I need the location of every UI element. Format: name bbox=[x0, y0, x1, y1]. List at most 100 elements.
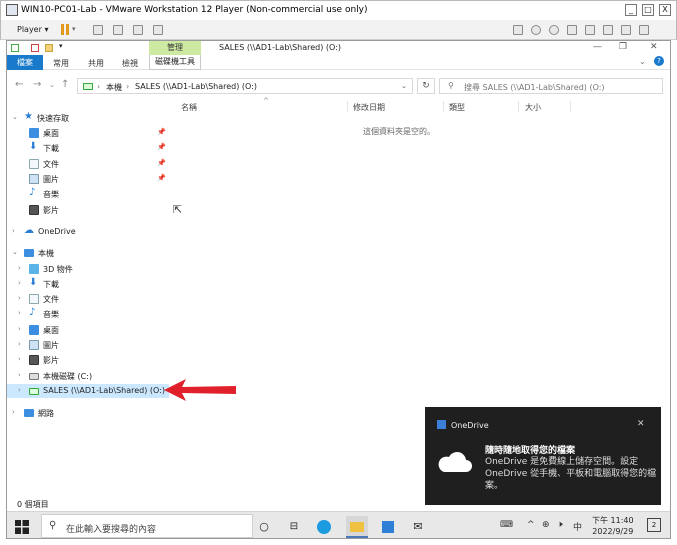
nav-quick-access[interactable]: ⌄ ★ 快速存取 bbox=[7, 111, 169, 125]
full-screen-icon[interactable] bbox=[133, 25, 143, 35]
send-ctrl-alt-del-icon[interactable] bbox=[93, 25, 103, 35]
explorer-minimize-button[interactable]: — bbox=[593, 42, 602, 52]
pause-icon[interactable] bbox=[61, 24, 64, 35]
cortana-icon[interactable]: ○ bbox=[253, 516, 275, 538]
nav-item-desktop[interactable]: 桌面 📌 bbox=[7, 126, 169, 140]
column-header-name[interactable]: 名稱 bbox=[181, 102, 197, 113]
up-button[interactable]: ↑ bbox=[61, 79, 69, 90]
recent-locations-icon[interactable]: ⌄ bbox=[49, 81, 55, 89]
nav-item-music[interactable]: ♪ 音樂 bbox=[7, 187, 169, 201]
pin-icon: 📌 bbox=[157, 174, 166, 182]
pause-dropdown-icon[interactable]: ▾ bbox=[72, 25, 76, 33]
nav-item-pictures[interactable]: 圖片 📌 bbox=[7, 172, 169, 186]
system-clock[interactable]: 下午 11:40 2022/9/29 bbox=[592, 515, 634, 537]
nav-item-videos-pc[interactable]: › 影片 bbox=[7, 353, 169, 367]
vm-close-button[interactable]: X bbox=[659, 4, 671, 16]
file-explorer-icon[interactable] bbox=[346, 516, 368, 538]
show-hidden-icons-icon[interactable]: ^ bbox=[527, 520, 535, 530]
mail-icon[interactable]: ✉ bbox=[407, 516, 429, 538]
nav-item-pictures-pc[interactable]: › 圖片 bbox=[7, 338, 169, 352]
nav-item-local-disk[interactable]: › 本機磁碟 (C:) bbox=[7, 369, 169, 383]
nav-item-3d-objects[interactable]: › 3D 物件 bbox=[7, 262, 169, 276]
chevron-down-icon[interactable]: ⌄ bbox=[12, 113, 18, 121]
nav-item-downloads-pc[interactable]: › ⬇ 下載 bbox=[7, 277, 169, 291]
tab-drive-tools[interactable]: 磁碟機工具 bbox=[149, 55, 201, 70]
explorer-maximize-button[interactable]: ❐ bbox=[619, 42, 627, 52]
chevron-right-icon[interactable]: › bbox=[18, 340, 21, 348]
chevron-right-icon[interactable]: › bbox=[12, 227, 15, 235]
nav-item-desktop-pc[interactable]: › 桌面 bbox=[7, 323, 169, 337]
nav-item-videos[interactable]: 影片 bbox=[7, 203, 169, 217]
edge-icon[interactable] bbox=[313, 516, 335, 538]
nav-item-downloads[interactable]: ⬇ 下載 📌 bbox=[7, 141, 169, 155]
column-header-date[interactable]: 修改日期 bbox=[353, 102, 385, 113]
search-input[interactable]: ⚲ 搜尋 SALES (\\AD1-Lab\Shared) (O:) bbox=[439, 78, 663, 94]
column-divider[interactable] bbox=[347, 101, 348, 112]
new-folder-icon[interactable] bbox=[45, 44, 53, 52]
column-divider[interactable] bbox=[443, 101, 444, 112]
refresh-button[interactable]: ↻ bbox=[417, 78, 435, 94]
volume-icon[interactable]: 🕨 bbox=[557, 520, 563, 530]
chevron-right-icon[interactable]: › bbox=[18, 279, 21, 287]
network-status-icon[interactable]: ⊕ bbox=[542, 520, 550, 530]
task-view-icon[interactable]: ⊟ bbox=[283, 516, 305, 538]
forward-button[interactable]: → bbox=[33, 79, 41, 90]
chevron-right-icon[interactable]: › bbox=[18, 294, 21, 302]
ribbon-expand-icon[interactable]: ⌄ bbox=[639, 57, 646, 66]
nav-item-music-pc[interactable]: › ♪ 音樂 bbox=[7, 307, 169, 321]
address-bar[interactable]: › 本機 › SALES (\\AD1-Lab\Shared) (O:) ⌄ bbox=[77, 78, 413, 94]
column-header-type[interactable]: 類型 bbox=[449, 102, 465, 113]
chevron-right-icon[interactable]: › bbox=[18, 371, 21, 379]
unity-icon[interactable] bbox=[153, 25, 163, 35]
chevron-right-icon[interactable]: › bbox=[18, 355, 21, 363]
fit-guest-icon[interactable] bbox=[113, 25, 123, 35]
column-divider[interactable] bbox=[518, 101, 519, 112]
nav-network[interactable]: › 網路 bbox=[7, 406, 169, 420]
close-icon[interactable]: ✕ bbox=[637, 419, 645, 429]
column-divider[interactable] bbox=[570, 101, 571, 112]
keyboard-icon[interactable]: ⌨ bbox=[500, 520, 513, 530]
chevron-down-icon[interactable]: ⌄ bbox=[12, 248, 18, 256]
tab-share[interactable]: 共用 bbox=[88, 58, 104, 69]
device-disc-icon[interactable] bbox=[531, 25, 541, 35]
column-header-size[interactable]: 大小 bbox=[525, 102, 541, 113]
chevron-right-icon[interactable]: › bbox=[18, 264, 21, 272]
quick-access-dropdown-icon[interactable]: ▾ bbox=[59, 42, 67, 50]
vm-minimize-button[interactable]: _ bbox=[625, 4, 637, 16]
store-icon[interactable] bbox=[377, 516, 399, 538]
chevron-right-icon[interactable]: › bbox=[18, 325, 21, 333]
back-button[interactable]: ← bbox=[15, 79, 23, 90]
nav-onedrive[interactable]: › ☁ OneDrive bbox=[7, 225, 169, 239]
address-dropdown-icon[interactable]: ⌄ bbox=[401, 82, 407, 90]
taskbar-search-input[interactable]: ⚲ 在此輸入要搜尋的內容 bbox=[41, 514, 253, 538]
explorer-close-button[interactable]: ✕ bbox=[650, 42, 658, 52]
onedrive-notification[interactable]: OneDrive ✕ 隨時隨地取得您的檔案 OneDrive 是免費線上儲存空間… bbox=[425, 407, 661, 505]
device-audio-icon[interactable] bbox=[549, 25, 559, 35]
help-icon[interactable]: ? bbox=[654, 56, 664, 66]
breadcrumb-sales[interactable]: SALES (\\AD1-Lab\Shared) (O:) bbox=[135, 82, 257, 91]
player-menu[interactable]: Player ▾ bbox=[17, 25, 48, 34]
tab-home[interactable]: 常用 bbox=[53, 58, 69, 69]
device-network-icon[interactable] bbox=[585, 25, 595, 35]
device-sound-icon[interactable] bbox=[603, 25, 613, 35]
windows-start-icon[interactable] bbox=[15, 520, 29, 534]
nav-item-sales-drive[interactable]: › SALES (\\AD1-Lab\Shared) (O:) bbox=[7, 384, 169, 398]
device-display-icon[interactable] bbox=[621, 25, 631, 35]
input-method-indicator[interactable]: 中 bbox=[573, 520, 582, 533]
device-usb-icon[interactable] bbox=[567, 25, 577, 35]
message-log-icon[interactable] bbox=[639, 25, 649, 35]
nav-item-documents[interactable]: 文件 📌 bbox=[7, 157, 169, 171]
properties-icon[interactable] bbox=[31, 44, 39, 52]
chevron-right-icon[interactable]: › bbox=[12, 408, 15, 416]
chevron-right-icon[interactable]: › bbox=[18, 309, 21, 317]
tab-view[interactable]: 檢視 bbox=[122, 58, 138, 69]
vm-maximize-button[interactable]: □ bbox=[642, 4, 654, 16]
nav-this-pc[interactable]: ⌄ 本機 bbox=[7, 246, 169, 260]
chevron-right-icon[interactable]: › bbox=[18, 386, 21, 394]
tab-file[interactable]: 檔案 bbox=[7, 55, 43, 70]
breadcrumb-this-pc[interactable]: 本機 bbox=[106, 82, 122, 93]
nav-item-documents-pc[interactable]: › 文件 bbox=[7, 292, 169, 306]
action-center-icon[interactable]: 2 bbox=[647, 518, 661, 532]
device-printer-icon[interactable] bbox=[513, 25, 523, 35]
nav-label: 網路 bbox=[38, 409, 54, 418]
